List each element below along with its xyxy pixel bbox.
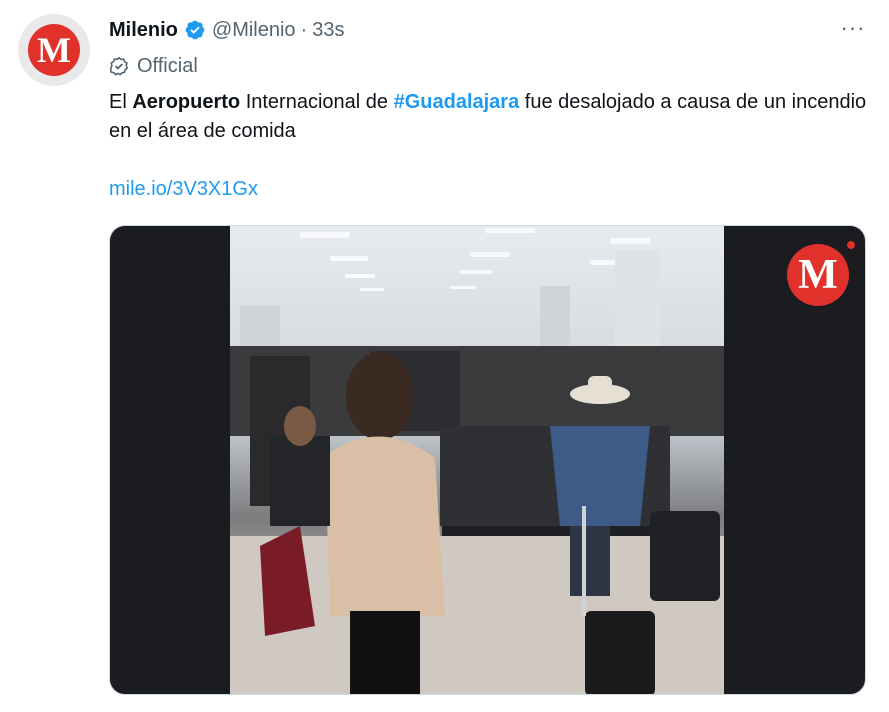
- author-name[interactable]: Milenio: [109, 19, 178, 42]
- video-frame: [230, 226, 724, 694]
- author-handle[interactable]: @Milenio: [212, 19, 296, 42]
- hashtag-link[interactable]: #Guadalajara: [394, 91, 520, 113]
- official-text: Official: [137, 54, 198, 77]
- tweet-link[interactable]: mile.io/3V3X1Gx: [109, 178, 258, 201]
- official-check-icon: [109, 56, 129, 76]
- more-options-icon[interactable]: ···: [841, 15, 865, 40]
- airport-scene-image: [230, 228, 724, 694]
- author-avatar[interactable]: M: [18, 14, 90, 86]
- timestamp[interactable]: 33s: [312, 19, 344, 42]
- verified-badge-icon: [185, 20, 205, 40]
- official-label: Official: [109, 52, 198, 80]
- video-player[interactable]: M: [109, 225, 866, 695]
- tweet-text: El Aeropuerto Internacional de #Guadalaj…: [109, 88, 869, 146]
- tweet-text-bold: Aeropuerto: [132, 91, 241, 113]
- milenio-video-logo: M: [787, 244, 849, 306]
- tweet-text-part1: El: [109, 91, 133, 113]
- avatar-logo: M: [28, 24, 80, 76]
- logo-registered-dot: [847, 241, 855, 249]
- tweet-text-part2: Internacional de: [240, 91, 394, 113]
- tweet-header: Milenio @Milenio · 33s: [109, 16, 344, 44]
- separator-dot: ·: [300, 18, 308, 41]
